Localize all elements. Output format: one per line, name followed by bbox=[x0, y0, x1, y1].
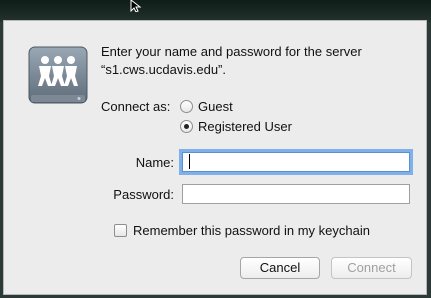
dialog-message: Enter your name and password for the ser… bbox=[101, 43, 411, 79]
text-caret bbox=[189, 154, 190, 169]
guest-radio-button[interactable] bbox=[180, 100, 193, 113]
message-line-1: Enter your name and password for the ser… bbox=[101, 44, 362, 59]
guest-radio-label: Guest bbox=[198, 99, 233, 114]
background-window-strip bbox=[0, 0, 431, 22]
cancel-button[interactable]: Cancel bbox=[240, 257, 320, 279]
name-label: Name: bbox=[135, 155, 174, 170]
registered-user-radio-option[interactable]: Registered User bbox=[180, 119, 292, 134]
connect-button[interactable]: Connect bbox=[331, 257, 412, 279]
registered-user-radio-label: Registered User bbox=[198, 119, 292, 134]
password-field[interactable] bbox=[182, 184, 410, 204]
shared-server-icon bbox=[28, 46, 88, 104]
mouse-pointer-icon bbox=[130, 0, 142, 12]
guest-radio-option[interactable]: Guest bbox=[180, 99, 233, 114]
registered-user-radio-button[interactable] bbox=[180, 120, 193, 133]
password-label: Password: bbox=[113, 187, 174, 202]
message-line-2-server-name: “s1.cws.ucdavis.edu”. bbox=[101, 62, 226, 77]
remember-password-option[interactable]: Remember this password in my keychain bbox=[114, 223, 370, 238]
remember-password-checkbox[interactable] bbox=[114, 224, 127, 237]
remember-password-label: Remember this password in my keychain bbox=[133, 223, 370, 238]
connect-to-server-dialog: Enter your name and password for the ser… bbox=[3, 20, 427, 295]
connect-as-label: Connect as: bbox=[101, 99, 171, 114]
name-field[interactable] bbox=[182, 152, 410, 172]
